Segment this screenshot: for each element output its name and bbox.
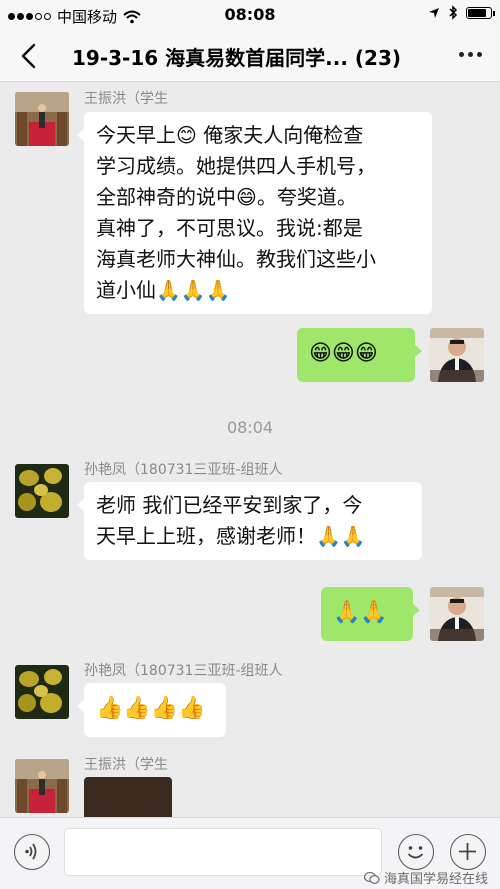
status-right (428, 5, 495, 20)
more-actions-button[interactable] (450, 834, 486, 870)
message-line: 学习成绩。她提供四人手机号， (96, 154, 376, 178)
nav-bar: 19-3-16 海真易数首届同学... (23) (0, 30, 500, 82)
battery-icon (466, 6, 495, 19)
back-button[interactable] (14, 39, 44, 73)
message-line: 道小仙🙏🙏🙏 (96, 278, 231, 302)
avatar-photo-icon (430, 328, 484, 382)
chevron-left-icon (21, 43, 36, 69)
avatar[interactable] (15, 759, 69, 813)
message-text: 👍👍👍👍 (96, 696, 206, 721)
wechat-logo-icon (363, 871, 380, 884)
message-bubble[interactable]: 老师 我们已经平安到家了，今 天早上上班，感谢老师！🙏🙏 (77, 482, 422, 560)
message-line: 天早上上班，感谢老师！🙏🙏 (96, 524, 366, 548)
avatar[interactable] (15, 92, 69, 146)
avatar-self[interactable] (430, 328, 484, 382)
message-input[interactable] (64, 828, 382, 876)
bluetooth-icon (449, 5, 458, 20)
chat-area[interactable]: 王振洪（学生 今天早上😊 俺家夫人向俺检查 学习成绩。她提供四人手机号， 全部神… (0, 82, 500, 817)
message-line: 真神了，不可思议。我说:都是 (96, 216, 363, 240)
chat-title: 19-3-16 海真易数首届同学... (23) (72, 46, 402, 70)
plus-icon (459, 843, 476, 860)
avatar[interactable] (15, 464, 69, 518)
emoji-button[interactable] (398, 834, 434, 870)
avatar[interactable] (15, 665, 69, 719)
watermark: 海真国学易经在线 (363, 868, 488, 887)
sender-name: 王振洪（学生 (84, 91, 168, 107)
avatar-photo-icon (15, 464, 69, 518)
watermark-text: 海真国学易经在线 (383, 872, 488, 887)
sender-name: 王振洪（学生 (84, 757, 168, 773)
message-bubble-outgoing[interactable]: 😁😁😁 (297, 328, 422, 382)
message-text: 🙏🙏 (333, 600, 388, 625)
status-bar: 中国移动 08:08 (0, 0, 500, 30)
time-separator: 08:04 (226, 418, 274, 437)
avatar-self[interactable] (430, 587, 484, 641)
avatar-photo-icon (15, 92, 69, 146)
message-bubble-outgoing[interactable]: 🙏🙏 (321, 587, 420, 641)
message-line: 今天早上😊 俺家夫人向俺检查 (96, 123, 364, 147)
voice-icon (25, 843, 37, 860)
smiley-icon (407, 846, 424, 859)
message-line: 全部神奇的说中😄。夸奖道。 (96, 185, 357, 209)
avatar-photo-icon (430, 587, 484, 641)
more-options-button[interactable] (459, 52, 482, 57)
avatar-photo-icon (15, 665, 69, 719)
message-text: 😁😁😁 (309, 341, 378, 366)
message-bubble[interactable]: 👍👍👍👍 (77, 683, 226, 737)
voice-input-button[interactable] (14, 834, 50, 870)
avatar-photo-icon (15, 759, 69, 813)
image-message[interactable] (84, 777, 172, 817)
status-time: 08:08 (224, 5, 276, 24)
message-bubble[interactable]: 今天早上😊 俺家夫人向俺检查 学习成绩。她提供四人手机号， 全部神奇的说中😄。夸… (77, 112, 432, 314)
message-line: 老师 我们已经平安到家了，今 (96, 493, 363, 517)
message-line: 海真老师大神仙。教我们这些小 (96, 247, 376, 271)
location-arrow-icon (429, 7, 439, 18)
sender-name: 孙艳凤（180731三亚班-组班人 (84, 663, 283, 679)
sender-name: 孙艳凤（180731三亚班-组班人 (84, 462, 283, 478)
